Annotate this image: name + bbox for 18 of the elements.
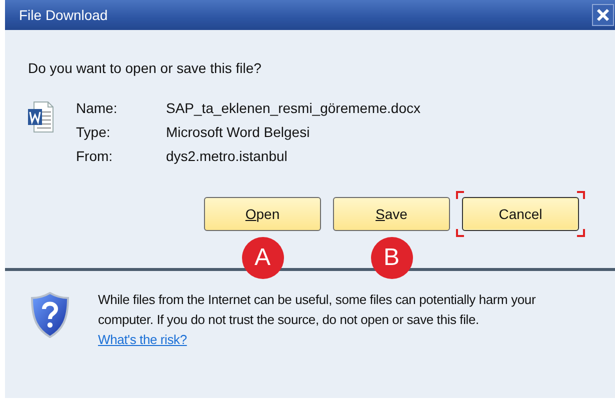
word-document-icon xyxy=(28,101,54,133)
action-button[interactable]: Save xyxy=(333,197,450,231)
marker-badge: B xyxy=(370,237,412,279)
field-value: SAP_ta_eklenen_resmi_görememe.docx xyxy=(166,100,420,116)
risk-link[interactable]: What's the risk? xyxy=(98,332,187,347)
window-title: File Download xyxy=(19,7,108,23)
close-icon[interactable] xyxy=(592,4,614,26)
warning-text: While files from the Internet can be useful, some files can potentially harm your computer. If you do not trust the source, do not open or save this file. What's the risk? xyxy=(98,291,537,349)
field-label: Type: xyxy=(76,124,112,140)
prompt-text: Do you want to open or save this file? xyxy=(28,60,262,76)
field-value: dys2.metro.istanbul xyxy=(166,148,288,164)
field-value: Microsoft Word Belgesi xyxy=(166,124,311,140)
shield-help-icon xyxy=(30,292,70,338)
cancel-button[interactable]: Cancel xyxy=(462,197,579,231)
field-label: From: xyxy=(76,148,114,164)
marker-badge: A xyxy=(242,237,284,279)
field-label: Name: xyxy=(76,100,118,116)
action-button[interactable]: Open xyxy=(204,197,321,231)
